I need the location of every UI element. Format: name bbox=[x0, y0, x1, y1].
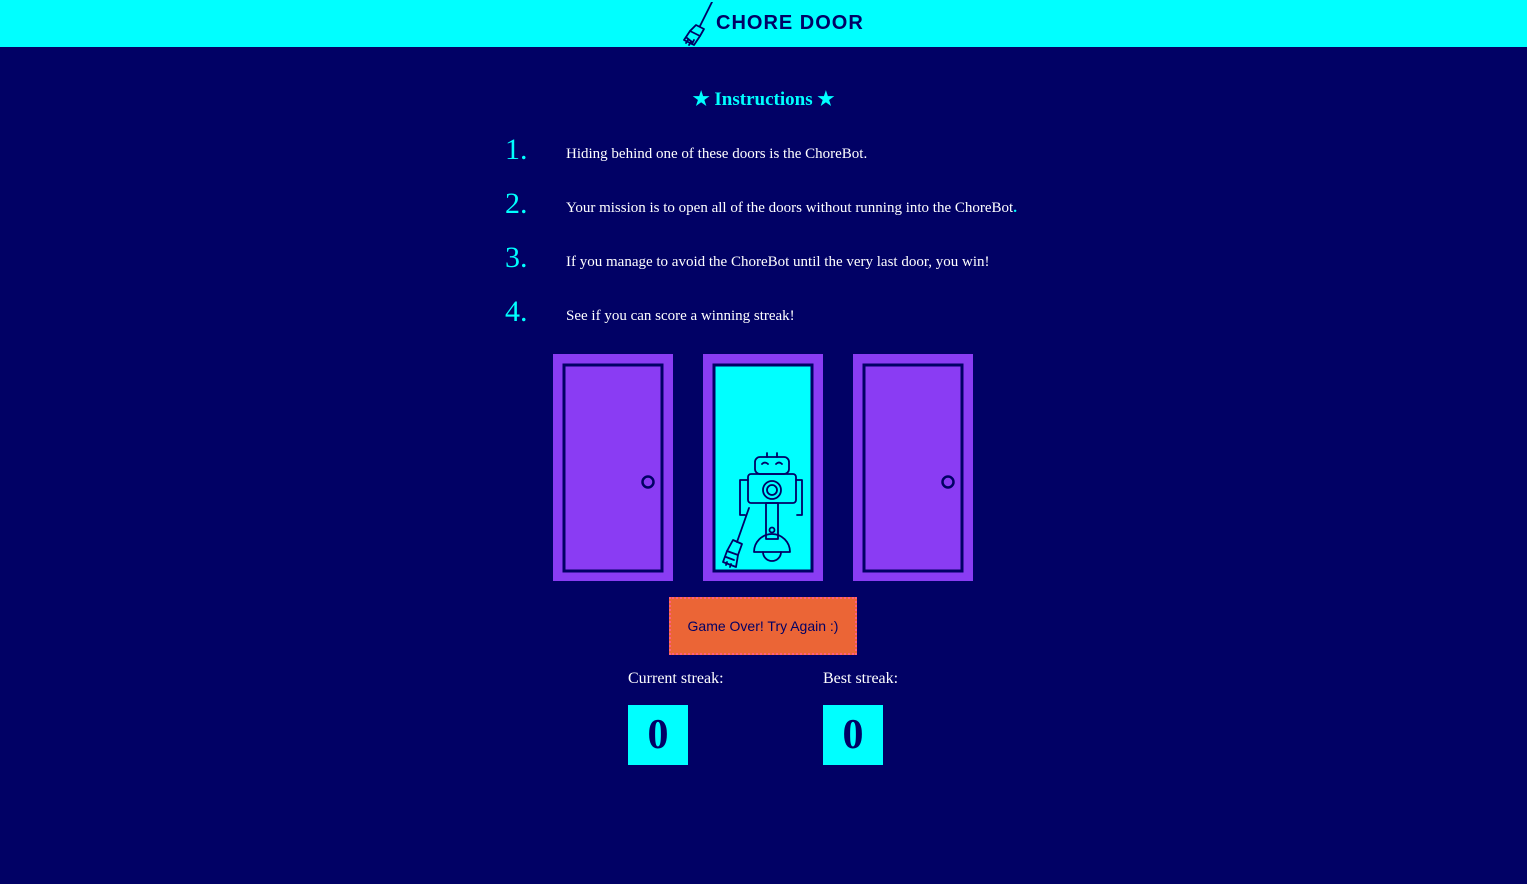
instruction-text: See if you can score a winning streak! bbox=[566, 308, 795, 324]
start-button[interactable]: Game Over! Try Again :) bbox=[669, 597, 857, 655]
header-bar: CHORE DOOR bbox=[0, 0, 1527, 47]
best-streak-value: 0 bbox=[823, 705, 883, 765]
door-1[interactable] bbox=[553, 354, 673, 581]
instruction-item: 2. Your mission is to open all of the do… bbox=[500, 184, 1060, 224]
closed-door-icon bbox=[553, 354, 673, 581]
instruction-text: If you manage to avoid the ChoreBot unti… bbox=[566, 254, 990, 270]
door-2[interactable] bbox=[703, 354, 823, 581]
instruction-text-wrap: Your mission is to open all of the doors… bbox=[566, 198, 1017, 218]
app-title: CHORE DOOR bbox=[716, 12, 864, 34]
closed-door-icon bbox=[853, 354, 973, 581]
best-streak-label: Best streak: bbox=[823, 670, 899, 687]
instruction-number: 4. bbox=[505, 295, 528, 328]
current-streak-value: 0 bbox=[628, 705, 688, 765]
instruction-item: 4. See if you can score a winning streak… bbox=[500, 292, 1060, 332]
broom-icon bbox=[680, 1, 716, 46]
instruction-text: Your mission is to open all of the doors… bbox=[566, 200, 1014, 216]
instruction-number: 2. bbox=[505, 187, 528, 220]
instruction-number: 3. bbox=[505, 241, 528, 274]
instructions-title: ★ Instructions ★ bbox=[692, 89, 835, 110]
logo[interactable]: CHORE DOOR bbox=[680, 0, 864, 47]
instruction-item: 1. Hiding behind one of these doors is t… bbox=[500, 130, 1060, 170]
instruction-text: Hiding behind one of these doors is the … bbox=[566, 146, 868, 162]
chorebot-icon bbox=[703, 354, 823, 581]
instruction-item: 3. If you manage to avoid the ChoreBot u… bbox=[500, 238, 1060, 278]
door-3[interactable] bbox=[853, 354, 973, 581]
instruction-trailing-dot: . bbox=[1013, 200, 1017, 216]
instruction-number: 1. bbox=[505, 133, 528, 166]
current-streak-label: Current streak: bbox=[628, 670, 724, 687]
